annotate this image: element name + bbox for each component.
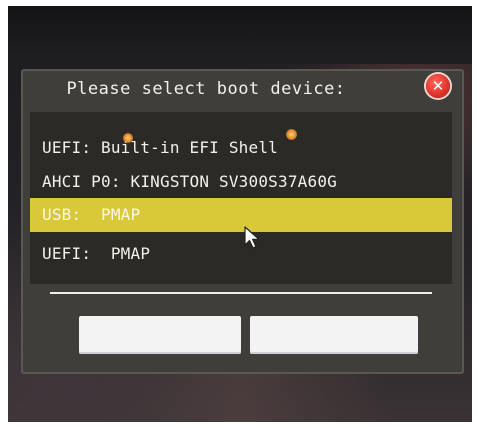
boot-device-uefi-pmap[interactable]: UEFI: PMAP [30,237,452,271]
boot-device-uefi-efi-shell[interactable]: UEFI: Built-in EFI Shell [30,131,452,165]
boot-device-usb-pmap[interactable]: USB: PMAP [30,198,452,232]
ok-button[interactable] [79,316,241,354]
divider [50,292,432,294]
close-icon: ✕ [431,76,445,95]
close-button[interactable]: ✕ [426,74,450,98]
dialog-title: Please select boot device: [66,79,346,99]
reflection-glare [286,129,297,140]
boot-device-ahci-kingston[interactable]: AHCI P0: KINGSTON SV300S37A60G [30,165,452,199]
mouse-pointer-icon [244,226,260,249]
reflection-glare [123,133,133,143]
boot-menu-dialog: Please select boot device: ✕ UEFI: Built… [21,69,464,374]
cancel-button[interactable] [250,316,418,354]
photo-frame: Please select boot device: ✕ UEFI: Built… [8,6,472,422]
boot-device-list: UEFI: Built-in EFI Shell AHCI P0: KINGST… [30,112,452,284]
screen-bezel [8,6,472,64]
